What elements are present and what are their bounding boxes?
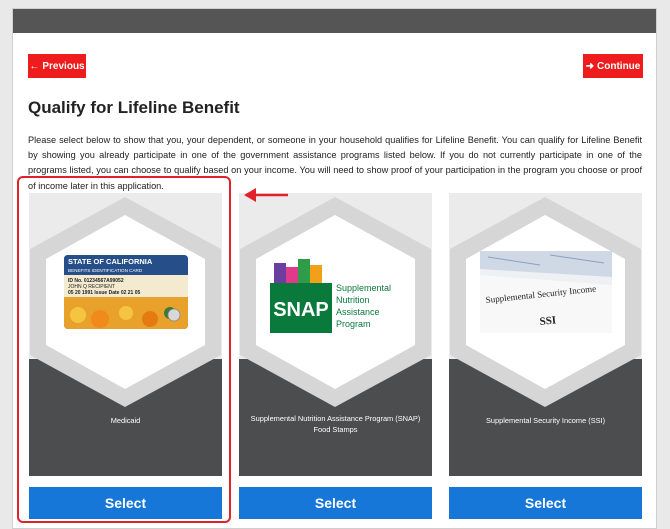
page-title: Qualify for Lifeline Benefit <box>28 98 240 117</box>
snap-line3: Assistance <box>336 307 380 317</box>
snap-logo: SNAP Supplemental Nutrition Assistance P… <box>266 249 406 339</box>
program-card-snap[interactable]: SNAP Supplemental Nutrition Assistance P… <box>239 193 432 476</box>
snap-line4: Program <box>336 319 371 329</box>
arrow-left-icon: ← <box>29 60 40 72</box>
highlight-box <box>17 176 231 523</box>
program-label: Supplemental Nutrition Assistance Progra… <box>250 414 421 434</box>
program-label: Supplemental Security Income (SSI) <box>485 416 606 425</box>
snap-logo-text: SNAP <box>273 299 329 321</box>
hexagon-frame <box>450 197 641 407</box>
ssi-doc-abbr: SSI <box>539 314 557 328</box>
previous-button[interactable]: ← Previous <box>28 54 86 78</box>
select-ssi-button[interactable]: Select <box>449 487 642 519</box>
select-snap-button[interactable]: Select <box>239 487 432 519</box>
previous-label: Previous <box>42 60 85 72</box>
program-card-ssi[interactable]: Supplemental Security Income SSI Supplem… <box>449 193 642 476</box>
arrow-left-icon <box>244 188 288 202</box>
continue-label: Continue <box>597 60 641 72</box>
ssi-document-image: Supplemental Security Income SSI <box>479 251 612 333</box>
snap-line1: Supplemental <box>336 283 391 293</box>
snap-line2: Nutrition <box>336 295 370 305</box>
arrow-right-icon: ➜ <box>585 60 595 72</box>
top-bar <box>13 9 656 33</box>
continue-button[interactable]: ➜ Continue <box>583 54 643 78</box>
